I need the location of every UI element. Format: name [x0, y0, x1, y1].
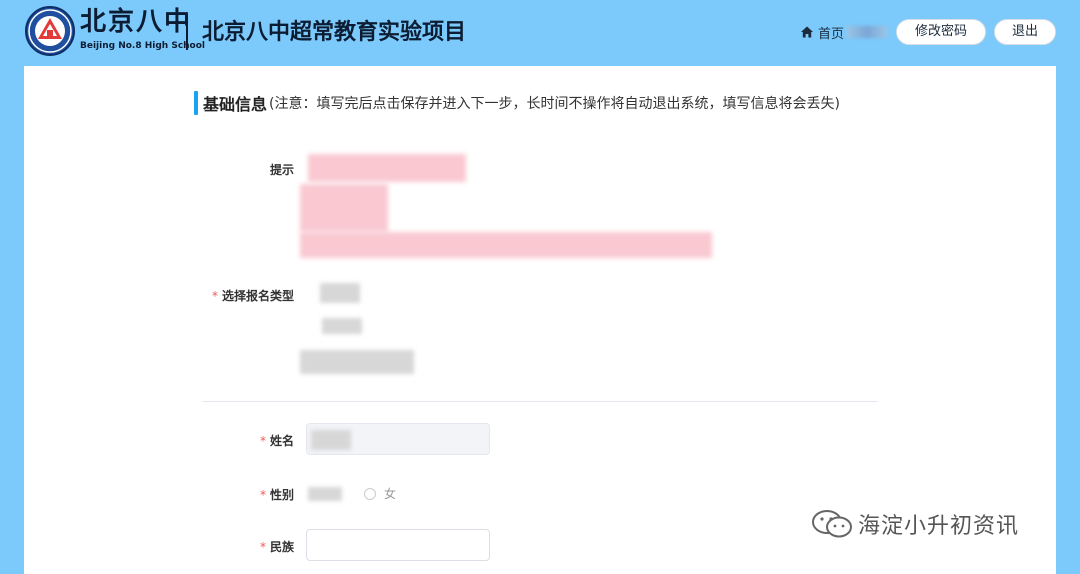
name-input[interactable]	[306, 423, 490, 455]
top-header: 北京八中 Beijing No.8 High School 北京八中超常教育实验…	[0, 0, 1080, 66]
logout-button[interactable]: 退出	[994, 19, 1056, 45]
watermark: 海淀小升初资讯	[810, 508, 1019, 540]
username-redacted	[846, 26, 889, 38]
ethnicity-input[interactable]	[306, 529, 490, 561]
school-emblem-icon	[25, 6, 75, 56]
type-option-3[interactable]	[300, 350, 414, 374]
logo-divider	[186, 14, 188, 50]
home-link[interactable]: 首页	[800, 22, 889, 42]
hint-label: 提示	[269, 163, 294, 177]
section-note: (注意：填写完后点击保存并进入下一步，长时间不操作将自动退出系统，填写信息将会丢…	[269, 96, 840, 112]
home-label: 首页	[818, 26, 845, 42]
section-accent-bar	[194, 91, 198, 115]
gender-female-label: 女	[384, 487, 397, 501]
type-option-2[interactable]	[322, 318, 362, 334]
main-panel: 基础信息 (注意：填写完后点击保存并进入下一步，长时间不操作将自动退出系统，填写…	[24, 66, 1056, 574]
section-header: 基础信息 (注意：填写完后点击保存并进入下一步，长时间不操作将自动退出系统，填写…	[194, 91, 840, 115]
logo-text-cn: 北京八中	[80, 7, 193, 37]
section-title: 基础信息	[203, 95, 268, 114]
gender-male-option-redacted[interactable]	[308, 487, 342, 501]
site-title: 北京八中超常教育实验项目	[202, 20, 467, 45]
name-value-redacted	[311, 430, 351, 450]
home-icon	[801, 26, 813, 38]
registration-type-label: * 选择报名类型	[211, 289, 294, 303]
wechat-icon	[812, 510, 852, 538]
gender-label: * 性别	[259, 488, 294, 502]
watermark-text: 海淀小升初资讯	[858, 514, 1020, 539]
name-label: * 姓名	[259, 434, 294, 448]
section-divider	[202, 401, 878, 402]
type-option-1[interactable]	[320, 283, 360, 303]
change-password-button[interactable]: 修改密码	[896, 19, 986, 45]
gender-female-radio[interactable]	[364, 488, 376, 500]
ethnicity-label: * 民族	[259, 540, 294, 554]
